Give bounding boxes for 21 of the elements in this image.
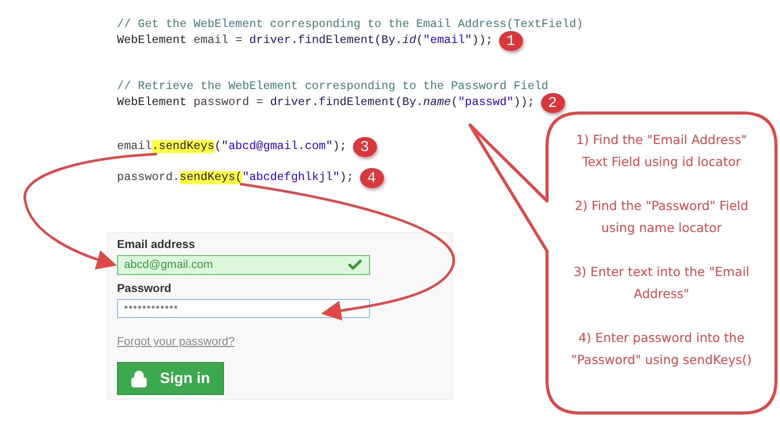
email-field[interactable]: abcd@gmail.com <box>117 255 370 275</box>
step-badge: 3 <box>352 137 377 157</box>
code-comment: // Get the WebElement corresponding to the Email Address(TextField) <box>117 17 584 33</box>
code-line: email.sendKeys("abcd@gmail.com"); <box>117 139 347 155</box>
field-label: Password <box>117 282 172 295</box>
code-line: password.sendKeys("abcdefghlkjl"); <box>117 170 354 186</box>
step-badge: 4 <box>360 168 384 188</box>
step-badge: 2 <box>540 93 564 113</box>
code-line: WebElement email = driver.findElement(By.id("email")); <box>117 33 493 49</box>
password-field[interactable]: •••••••••••• <box>117 298 370 318</box>
field-label: Email address <box>117 239 195 251</box>
lock-icon <box>130 370 148 388</box>
sign-in-button[interactable]: Sign in <box>117 362 224 395</box>
callout-step: 4) Enter password into the "Password" using sendKeys() <box>553 327 770 371</box>
callout-step: 1) Find the "Email Address" Text Field using id locator <box>553 129 770 173</box>
callout-step: 3) Enter text into the "Email Address" <box>553 261 770 305</box>
forgot-password-link[interactable]: Forgot your password? <box>117 336 235 348</box>
step-badge: 1 <box>498 31 523 51</box>
code-line: WebElement password = driver.findElement(By.name("passwd")); <box>117 95 534 111</box>
code-comment: // Retrieve the WebElement corresponding to the Password Field <box>117 79 548 95</box>
callout-step: 2) Find the "Password" Field using name locator <box>553 195 770 239</box>
